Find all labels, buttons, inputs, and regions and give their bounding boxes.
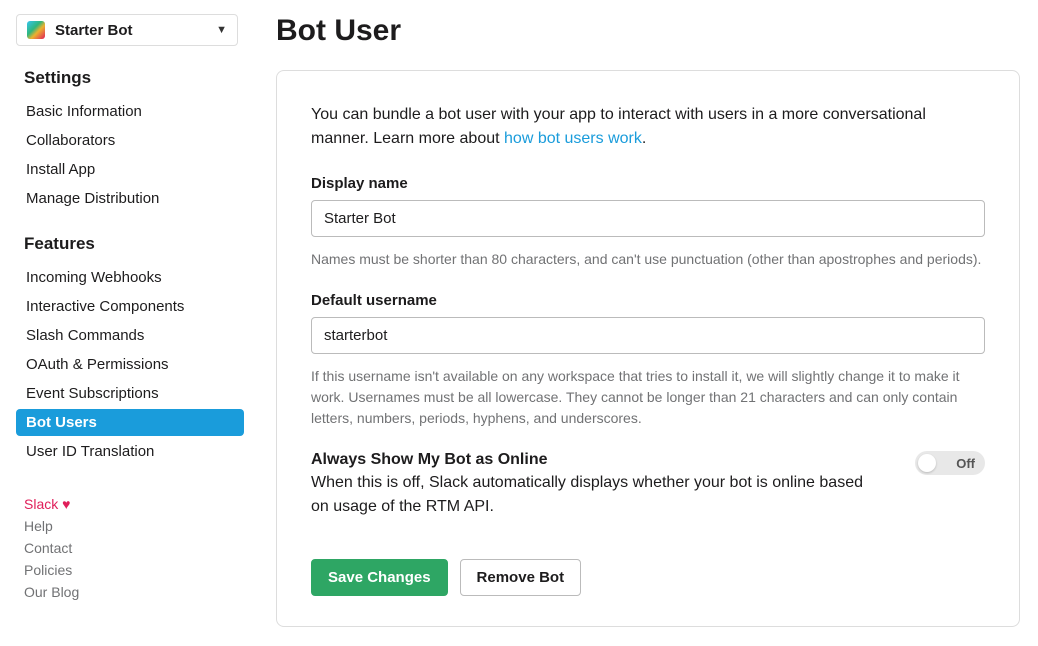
nav-event-subscriptions[interactable]: Event Subscriptions: [16, 380, 244, 407]
main-content: Bot User You can bundle a bot user with …: [244, 0, 1038, 646]
display-name-help: Names must be shorter than 80 characters…: [311, 249, 985, 270]
nav-install-app[interactable]: Install App: [16, 156, 244, 183]
page-title: Bot User: [276, 14, 1020, 48]
features-heading: Features: [24, 234, 244, 254]
features-nav: Incoming Webhooks Interactive Components…: [16, 264, 244, 465]
save-button[interactable]: Save Changes: [311, 559, 448, 596]
footer-help[interactable]: Help: [24, 515, 244, 537]
toggle-knob: [918, 454, 936, 472]
nav-user-id-translation[interactable]: User ID Translation: [16, 438, 244, 465]
username-input[interactable]: [311, 317, 985, 354]
username-help: If this username isn't available on any …: [311, 366, 985, 429]
nav-interactive-components[interactable]: Interactive Components: [16, 293, 244, 320]
footer-blog[interactable]: Our Blog: [24, 581, 244, 603]
sidebar: Starter Bot ▼ Settings Basic Information…: [0, 0, 244, 646]
settings-heading: Settings: [24, 68, 244, 88]
online-toggle-description: When this is off, Slack automatically di…: [311, 471, 881, 519]
nav-manage-distribution[interactable]: Manage Distribution: [16, 185, 244, 212]
footer-brand-label: Slack: [24, 496, 58, 512]
app-name: Starter Bot: [55, 22, 216, 39]
nav-incoming-webhooks[interactable]: Incoming Webhooks: [16, 264, 244, 291]
online-toggle-row: Always Show My Bot as Online When this i…: [311, 451, 985, 519]
button-row: Save Changes Remove Bot: [311, 559, 985, 596]
nav-oauth-permissions[interactable]: OAuth & Permissions: [16, 351, 244, 378]
display-name-label: Display name: [311, 175, 985, 192]
nav-collaborators[interactable]: Collaborators: [16, 127, 244, 154]
intro-suffix: .: [642, 130, 646, 147]
footer-brand[interactable]: Slack ♥: [24, 493, 244, 515]
nav-basic-information[interactable]: Basic Information: [16, 98, 244, 125]
bot-user-panel: You can bundle a bot user with your app …: [276, 70, 1020, 627]
toggle-state-text: Off: [956, 456, 975, 471]
footer-links: Slack ♥ Help Contact Policies Our Blog: [16, 493, 244, 603]
nav-slash-commands[interactable]: Slash Commands: [16, 322, 244, 349]
intro-link[interactable]: how bot users work: [504, 130, 642, 147]
online-toggle[interactable]: Off: [915, 451, 985, 475]
app-icon: [27, 21, 45, 39]
app-selector-dropdown[interactable]: Starter Bot ▼: [16, 14, 238, 46]
settings-nav: Basic Information Collaborators Install …: [16, 98, 244, 212]
display-name-input[interactable]: [311, 200, 985, 237]
username-label: Default username: [311, 292, 985, 309]
online-toggle-label: Always Show My Bot as Online: [311, 451, 881, 469]
remove-button[interactable]: Remove Bot: [460, 559, 582, 596]
footer-policies[interactable]: Policies: [24, 559, 244, 581]
chevron-down-icon: ▼: [216, 24, 227, 36]
nav-bot-users[interactable]: Bot Users: [16, 409, 244, 436]
footer-contact[interactable]: Contact: [24, 537, 244, 559]
intro-text: You can bundle a bot user with your app …: [311, 103, 985, 151]
heart-icon: ♥: [62, 496, 70, 512]
